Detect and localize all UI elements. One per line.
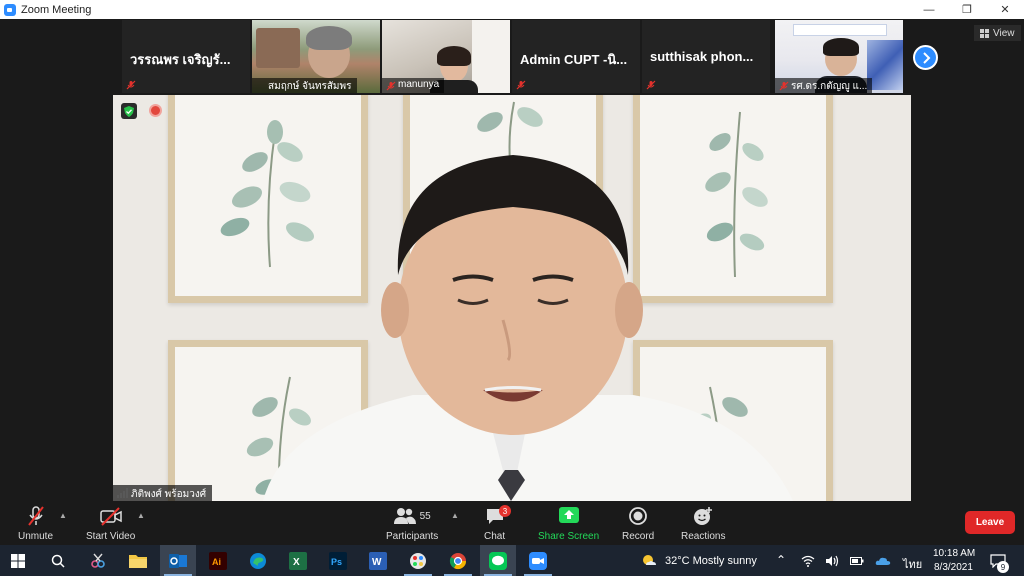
- clock-date[interactable]: 8/3/2021: [934, 562, 973, 573]
- video-off-icon: [99, 507, 122, 526]
- audio-options-caret-icon[interactable]: ▲: [59, 511, 67, 520]
- participant-name: รศ.ดร.กตัญญู แ...: [775, 78, 873, 93]
- sign-board: [256, 28, 300, 68]
- video-options-caret-icon[interactable]: ▲: [137, 511, 145, 520]
- unmute-button[interactable]: Unmute: [18, 505, 53, 542]
- mic-muted-icon: [779, 81, 789, 91]
- participant-tile[interactable]: วรรณพร เจริญรั...: [122, 20, 250, 93]
- svg-text:Ps: Ps: [331, 557, 342, 567]
- participant-name: sutthisak phon...: [650, 49, 754, 64]
- smiley-plus-icon: [694, 507, 713, 525]
- meeting-toolbar: Unmute ▲ Start Video ▲ 55 Participants ▲…: [0, 501, 1024, 545]
- restore-button[interactable]: ❐: [948, 0, 986, 19]
- participant-tile[interactable]: manunya: [382, 20, 510, 93]
- university-banner: [793, 24, 887, 36]
- participant-name: สมฤกษ์ จันทรสัมพร: [252, 78, 357, 93]
- record-label: Record: [622, 531, 655, 542]
- participants-icon: [393, 508, 416, 524]
- word-icon[interactable]: W: [366, 549, 390, 573]
- notification-count-badge: 9: [997, 561, 1009, 573]
- wifi-icon[interactable]: [796, 549, 820, 573]
- excel-icon[interactable]: X: [286, 549, 310, 573]
- unmute-label: Unmute: [18, 531, 54, 542]
- mic-muted-icon: [126, 80, 136, 90]
- mic-muted-icon: [516, 80, 526, 90]
- windows-taskbar: Ai X Ps W 32°C Mostly sunny ⌃ ไทย 10:18 …: [0, 545, 1024, 576]
- participant-tile[interactable]: Admin CUPT -นิ...: [512, 20, 640, 93]
- outlook-icon[interactable]: [166, 549, 190, 573]
- participant-tile[interactable]: สมฤกษ์ จันทรสัมพร: [252, 20, 380, 93]
- chat-unread-badge: 3: [499, 505, 511, 517]
- search-icon[interactable]: [46, 549, 70, 573]
- speaker-figure: [263, 155, 793, 501]
- paint-app-icon[interactable]: [406, 549, 430, 573]
- chrome-icon[interactable]: [446, 549, 470, 573]
- windows-start-icon[interactable]: [6, 549, 30, 573]
- zoom-app-icon: [4, 3, 16, 16]
- onedrive-icon[interactable]: [871, 549, 895, 573]
- view-button[interactable]: View: [974, 25, 1021, 41]
- volume-icon[interactable]: [820, 549, 844, 573]
- main-speaker-video[interactable]: ภิติพงศ์ พร้อมวงศ์: [113, 95, 911, 501]
- chevron-right-icon: [922, 51, 930, 64]
- participant-name: Admin CUPT -นิ...: [520, 52, 628, 67]
- svg-text:X: X: [293, 557, 300, 568]
- speaker-name-label: ภิติพงศ์ พร้อมวงศ์: [113, 485, 213, 501]
- weather-sunny-icon[interactable]: [637, 549, 661, 573]
- mic-muted-icon: [386, 81, 396, 91]
- participants-button[interactable]: 55 Participants: [386, 505, 438, 542]
- title-bar: Zoom Meeting — ❐ ✕: [0, 0, 1024, 19]
- snipping-tool-icon[interactable]: [86, 549, 110, 573]
- record-button[interactable]: Record: [622, 505, 654, 542]
- share-screen-label: Share Screen: [538, 531, 600, 542]
- participant-tile[interactable]: รศ.ดร.กตัญญู แ...: [775, 20, 903, 93]
- participants-strip: วรรณพร เจริญรั... สมฤกษ์ จันทรสัมพร manu…: [0, 19, 1024, 95]
- participant-hair: [306, 26, 352, 50]
- shield-icon[interactable]: [121, 103, 137, 119]
- share-screen-button[interactable]: Share Screen: [538, 505, 599, 542]
- reactions-label: Reactions: [681, 531, 726, 542]
- next-page-button[interactable]: [913, 45, 938, 70]
- view-label: View: [993, 27, 1015, 39]
- leave-button[interactable]: Leave: [965, 511, 1015, 534]
- microphone-muted-icon: [27, 506, 44, 526]
- file-explorer-icon[interactable]: [126, 549, 150, 573]
- chat-button[interactable]: Chat 3: [484, 505, 511, 542]
- share-screen-icon: [558, 507, 579, 523]
- participant-name: วรรณพร เจริญรั...: [130, 52, 231, 67]
- participants-label: Participants: [386, 531, 439, 542]
- svg-text:W: W: [372, 557, 382, 568]
- reactions-button[interactable]: Reactions: [681, 505, 725, 542]
- window-controls: — ❐ ✕: [910, 0, 1024, 19]
- photoshop-icon[interactable]: Ps: [326, 549, 350, 573]
- participant-hair: [823, 38, 859, 56]
- svg-text:Ai: Ai: [212, 557, 221, 567]
- participants-options-caret-icon[interactable]: ▲: [451, 511, 459, 520]
- participant-hair: [437, 46, 471, 66]
- tray-overflow-chevron-icon[interactable]: ⌃: [776, 553, 786, 567]
- start-video-label: Start Video: [86, 531, 136, 542]
- grid-icon: [980, 28, 989, 38]
- weather-text[interactable]: 32°C Mostly sunny: [665, 555, 757, 567]
- mic-muted-icon: [646, 80, 656, 90]
- language-indicator[interactable]: ไทย: [903, 555, 922, 573]
- recording-indicator-icon: [149, 104, 162, 117]
- participant-tile[interactable]: sutthisak phon...: [642, 20, 770, 93]
- chat-label: Chat: [484, 531, 506, 542]
- close-button[interactable]: ✕: [986, 0, 1024, 19]
- participants-count: 55: [419, 510, 431, 522]
- line-app-icon[interactable]: [486, 549, 510, 573]
- minimize-button[interactable]: —: [910, 0, 948, 19]
- start-video-button[interactable]: Start Video: [86, 505, 135, 542]
- battery-icon[interactable]: [845, 549, 869, 573]
- zoom-taskbar-icon[interactable]: [526, 549, 550, 573]
- illustrator-icon[interactable]: Ai: [206, 549, 230, 573]
- window-title: Zoom Meeting: [21, 3, 92, 16]
- record-icon: [629, 507, 648, 525]
- clock-time[interactable]: 10:18 AM: [933, 548, 975, 559]
- floral-backdrop: [867, 40, 903, 90]
- edge-icon[interactable]: [246, 549, 270, 573]
- window-light: [472, 20, 510, 93]
